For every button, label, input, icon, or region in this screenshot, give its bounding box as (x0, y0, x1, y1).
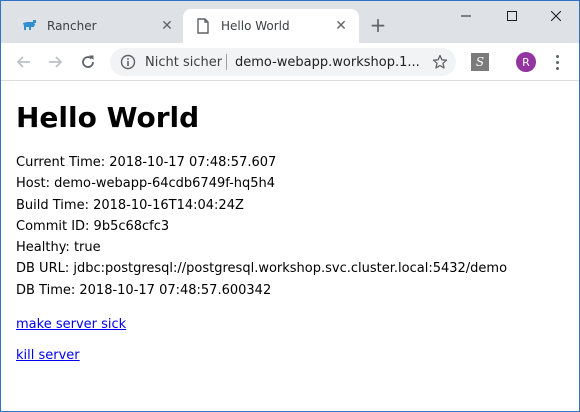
db-url-line: DB URL: jdbc:postgresql://postgresql.wor… (16, 261, 508, 277)
maximize-icon (507, 11, 517, 21)
build-time-line: Build Time: 2018-10-16T14:04:24Z (16, 197, 244, 213)
current-time-line: Current Time: 2018-10-17 07:48:57.607 (16, 155, 277, 170)
minimize-button[interactable] (443, 1, 489, 31)
title-bar: Rancher ✕ Hello World ✕ + (1, 1, 579, 43)
browser-window: Rancher ✕ Hello World ✕ + Nicht sicher d… (0, 0, 580, 412)
make-server-sick-link[interactable]: make server sick (16, 317, 566, 333)
address-bar[interactable]: Nicht sicher demo-webapp.workshop.1... (110, 48, 456, 76)
tab-rancher[interactable]: Rancher ✕ (9, 9, 185, 43)
url-text[interactable]: demo-webapp.workshop.1... (235, 55, 423, 70)
info-icon[interactable] (120, 54, 136, 70)
maximize-button[interactable] (489, 1, 535, 31)
tab-hello-world[interactable]: Hello World ✕ (183, 9, 359, 43)
close-icon (551, 11, 561, 21)
security-indicator[interactable]: Nicht sicher (145, 55, 222, 70)
reload-button[interactable] (77, 51, 99, 73)
profile-avatar[interactable]: R (516, 52, 536, 72)
page-title: Hello World (16, 101, 200, 134)
healthy-line: Healthy: true (16, 240, 101, 256)
page-favicon-icon (195, 18, 211, 34)
arrow-left-icon (16, 56, 30, 68)
tab-title: Rancher (47, 19, 97, 33)
kill-server-link[interactable]: kill server (16, 348, 566, 364)
minimize-icon (461, 15, 471, 17)
reload-icon (82, 55, 94, 68)
forward-button[interactable] (44, 51, 66, 73)
back-button[interactable] (13, 51, 35, 73)
bookmark-star-icon[interactable] (432, 54, 448, 70)
close-window-button[interactable] (533, 1, 579, 31)
db-time-line: DB Time: 2018-10-17 07:48:57.600342 (16, 282, 272, 298)
commit-id-line: Commit ID: 9b5c68cfc3 (16, 218, 170, 234)
extension-icon[interactable]: S (471, 53, 489, 71)
tab-close-icon[interactable]: ✕ (333, 18, 349, 34)
browser-toolbar: Nicht sicher demo-webapp.workshop.1... (1, 43, 579, 81)
tab-close-icon[interactable]: ✕ (159, 18, 175, 34)
page-content: Hello World Current Time: 2018-10-17 07:… (16, 99, 566, 364)
menu-kebab-icon[interactable] (550, 51, 564, 73)
rancher-favicon-icon (21, 18, 37, 34)
host-line: Host: demo-webapp-64cdb6749f-hq5h4 (16, 176, 276, 192)
omnibox-divider (226, 54, 227, 70)
arrow-right-icon (49, 56, 63, 68)
tab-title: Hello World (221, 19, 290, 33)
new-tab-button[interactable]: + (367, 15, 389, 37)
